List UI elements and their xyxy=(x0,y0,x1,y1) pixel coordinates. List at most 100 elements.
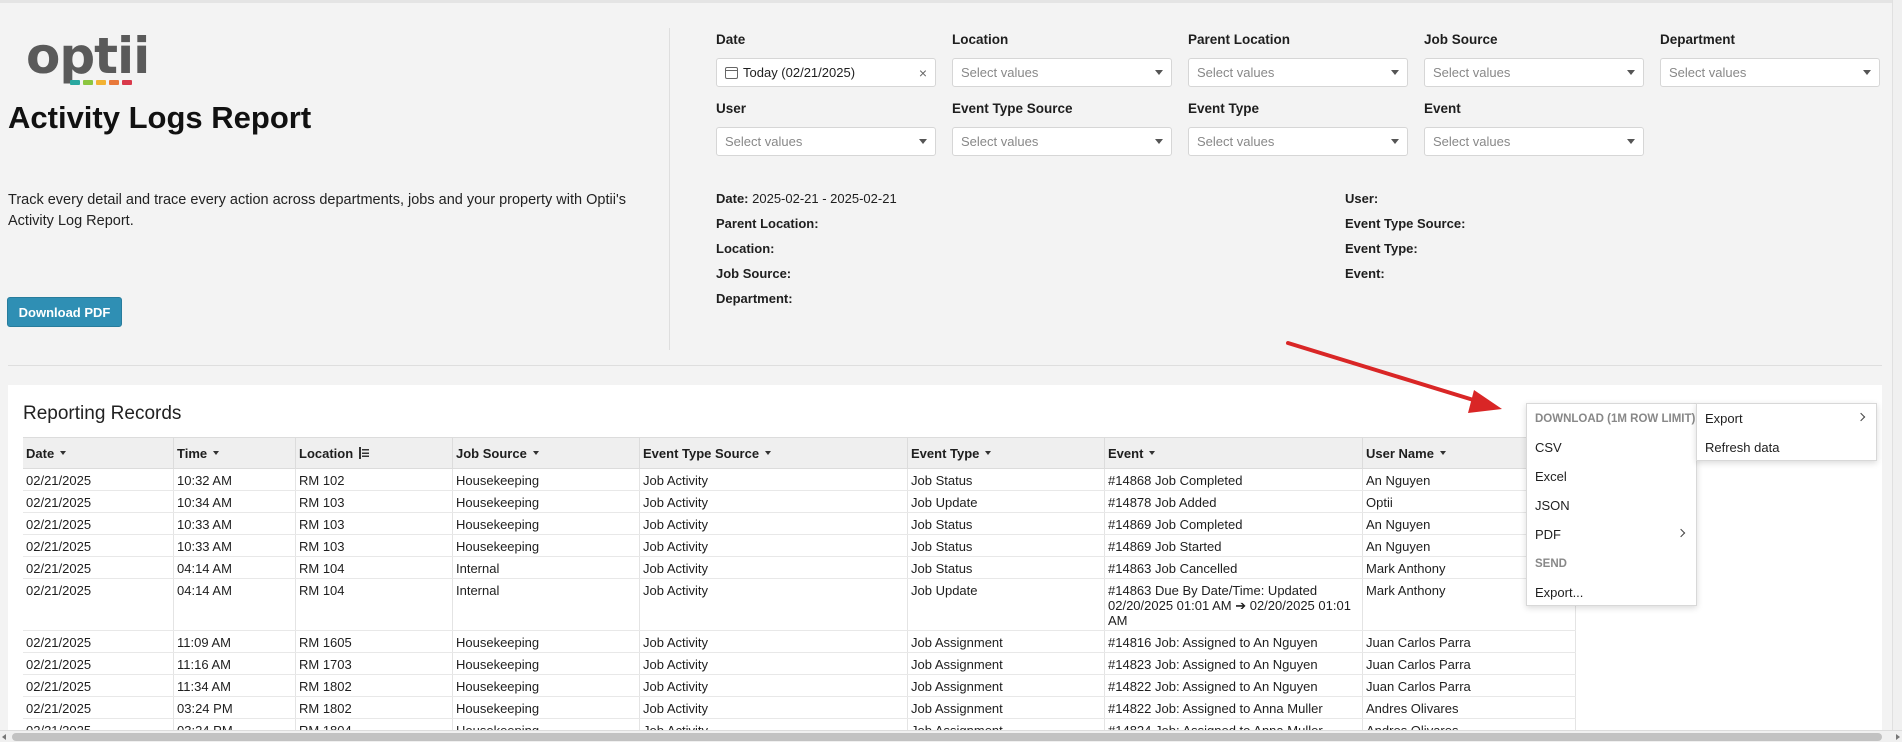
column-header-job-source[interactable]: Job Source xyxy=(453,438,640,468)
download-header: DOWNLOAD (1M ROW LIMIT) xyxy=(1535,412,1696,425)
table-cell: RM 104 xyxy=(296,579,453,630)
user-select[interactable]: Select values xyxy=(716,127,936,156)
table-cell: Job Status xyxy=(908,469,1105,490)
table-row[interactable]: 02/21/2025 04:14 AM RM 104 Internal Job Acti… xyxy=(23,557,1576,579)
table-cell: Andres Olivares xyxy=(1363,697,1576,718)
export-context-menu: DOWNLOAD (1M ROW LIMIT) CSV Excel JSON PDF … xyxy=(1526,403,1697,606)
table-row[interactable]: 02/21/2025 10:33 AM RM 103 Housekeeping Job … xyxy=(23,513,1576,535)
table-cell: 02/21/2025 xyxy=(23,697,174,718)
chevron-right-icon xyxy=(1856,412,1866,422)
column-header-label: Date xyxy=(26,445,55,461)
table-cell: 02/21/2025 xyxy=(23,491,174,512)
table-cell: Juan Carlos Parra xyxy=(1363,631,1576,652)
event-type-select-placeholder: Select values xyxy=(1197,134,1275,149)
department-select[interactable]: Select values xyxy=(1660,58,1880,87)
parent-location-select-placeholder: Select values xyxy=(1197,65,1275,80)
table-cell: RM 1802 xyxy=(296,675,453,696)
summary-left: Date: 2025-02-21 - 2025-02-21 Parent Loca… xyxy=(716,191,897,316)
page-title: Activity Logs Report xyxy=(8,100,312,135)
chevron-down-icon xyxy=(1627,139,1635,144)
table-cell: Internal xyxy=(453,579,640,630)
column-header-location[interactable]: Location xyxy=(296,438,453,468)
menu-item-export-send[interactable]: Export... xyxy=(1527,578,1696,607)
location-select-placeholder: Select values xyxy=(961,65,1039,80)
page-description: Track every detail and trace every actio… xyxy=(8,192,626,229)
table-cell: Job Assignment xyxy=(908,697,1105,718)
summary-row: Date: 2025-02-21 - 2025-02-21 xyxy=(716,191,897,216)
sort-icon[interactable] xyxy=(359,447,370,459)
table-row[interactable]: 02/21/2025 11:16 AM RM 1703 Housekeeping Job… xyxy=(23,653,1576,675)
column-header-label: User Name xyxy=(1366,445,1434,461)
table-cell: Job Activity xyxy=(640,469,908,490)
table-cell: RM 102 xyxy=(296,469,453,490)
vertical-scrollbar[interactable] xyxy=(1892,0,1902,730)
event-type-select[interactable]: Select values xyxy=(1188,127,1408,156)
download-pdf-button[interactable]: Download PDF xyxy=(7,297,122,327)
table-cell: Job Activity xyxy=(640,579,908,630)
column-header-time[interactable]: Time xyxy=(174,438,296,468)
table-cell: Job Activity xyxy=(640,675,908,696)
location-select[interactable]: Select values xyxy=(952,58,1172,87)
menu-item-json[interactable]: JSON xyxy=(1527,491,1696,520)
records-table: Date Time Location Job Source Event Type Sou… xyxy=(23,437,1576,741)
logo-color-segment xyxy=(70,80,80,85)
logo-color-segment xyxy=(109,80,119,85)
table-cell: Housekeeping xyxy=(453,653,640,674)
summary-label: Event: xyxy=(1345,266,1385,281)
table-cell: Housekeeping xyxy=(453,697,640,718)
clear-icon[interactable]: × xyxy=(919,65,927,81)
filter-location-label: Location xyxy=(952,32,1009,47)
table-row[interactable]: 02/21/2025 04:14 AM RM 104 Internal Job Acti… xyxy=(23,579,1576,631)
table-body: 02/21/2025 10:32 AM RM 102 Housekeeping Job … xyxy=(23,469,1576,741)
menu-item-csv[interactable]: CSV xyxy=(1527,433,1696,462)
job-source-select[interactable]: Select values xyxy=(1424,58,1644,87)
sort-caret-icon[interactable] xyxy=(1149,451,1156,455)
horizontal-scroll-thumb[interactable] xyxy=(12,733,1882,741)
sort-caret-icon[interactable] xyxy=(213,451,220,455)
logo-color-segment xyxy=(83,80,93,85)
summary-row: Job Source: xyxy=(716,266,897,291)
submenu-item-refresh-data[interactable]: Refresh data xyxy=(1697,433,1876,462)
sort-caret-icon[interactable] xyxy=(60,451,67,455)
event-type-source-select[interactable]: Select values xyxy=(952,127,1172,156)
horizontal-scrollbar[interactable] xyxy=(0,730,1902,742)
calendar-icon xyxy=(725,66,738,79)
filter-department-label: Department xyxy=(1660,32,1736,47)
table-header: Date Time Location Job Source Event Type Sou… xyxy=(23,437,1576,469)
table-cell: 02/21/2025 xyxy=(23,535,174,556)
scroll-left-icon[interactable] xyxy=(2,734,6,740)
table-row[interactable]: 02/21/2025 11:09 AM RM 1605 Housekeeping Job… xyxy=(23,631,1576,653)
sort-caret-icon[interactable] xyxy=(1439,451,1446,455)
menu-item-excel[interactable]: Excel xyxy=(1527,462,1696,491)
table-row[interactable]: 02/21/2025 10:32 AM RM 102 Housekeeping Job … xyxy=(23,469,1576,491)
table-cell: #14868 Job Completed xyxy=(1105,469,1363,490)
column-header-date[interactable]: Date xyxy=(23,438,174,468)
table-cell: Housekeeping xyxy=(453,469,640,490)
sort-caret-icon[interactable] xyxy=(532,451,539,455)
table-cell: RM 103 xyxy=(296,513,453,534)
table-cell: 04:14 AM xyxy=(174,557,296,578)
event-select[interactable]: Select values xyxy=(1424,127,1644,156)
table-row[interactable]: 02/21/2025 11:34 AM RM 1802 Housekeeping Job… xyxy=(23,675,1576,697)
table-cell: Job Activity xyxy=(640,491,908,512)
section-divider xyxy=(8,365,1882,366)
table-row[interactable]: 02/21/2025 10:33 AM RM 103 Housekeeping Job … xyxy=(23,535,1576,557)
scroll-right-icon[interactable] xyxy=(1896,734,1900,740)
event-type-source-select-placeholder: Select values xyxy=(961,134,1039,149)
table-row[interactable]: 02/21/2025 03:24 PM RM 1802 Housekeeping Job… xyxy=(23,697,1576,719)
parent-location-select[interactable]: Select values xyxy=(1188,58,1408,87)
column-header-event-type-source[interactable]: Event Type Source xyxy=(640,438,908,468)
menu-item-pdf[interactable]: PDF xyxy=(1527,520,1696,549)
sort-caret-icon[interactable] xyxy=(765,451,772,455)
column-header-label: Job Source xyxy=(456,445,527,461)
sort-caret-icon[interactable] xyxy=(985,451,992,455)
column-header-event[interactable]: Event xyxy=(1105,438,1363,468)
submenu-item-export[interactable]: Export xyxy=(1697,404,1876,433)
column-header-event-type[interactable]: Event Type xyxy=(908,438,1105,468)
table-cell: Juan Carlos Parra xyxy=(1363,653,1576,674)
summary-row: Location: xyxy=(716,241,897,266)
chevron-down-icon xyxy=(1863,70,1871,75)
table-row[interactable]: 02/21/2025 10:34 AM RM 103 Housekeeping Job … xyxy=(23,491,1576,513)
table-cell: 02/21/2025 xyxy=(23,513,174,534)
date-picker[interactable]: Today (02/21/2025) × xyxy=(716,58,936,87)
